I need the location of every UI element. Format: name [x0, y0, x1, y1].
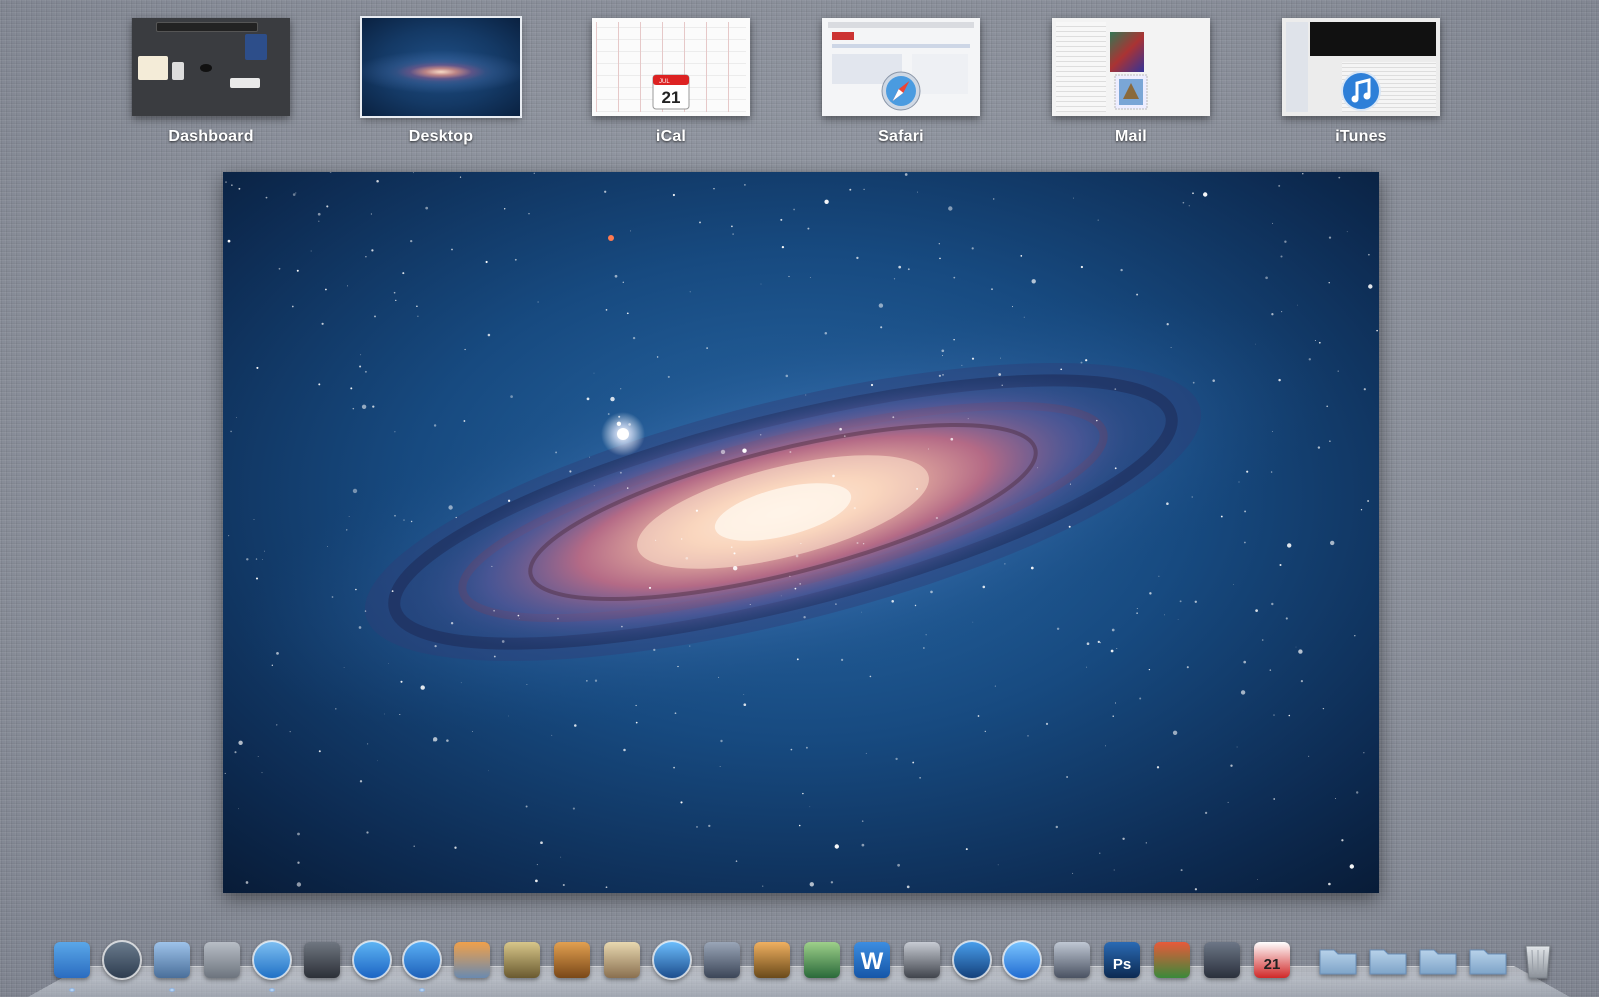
- numbers-icon[interactable]: [798, 936, 846, 984]
- applications-folder-icon[interactable]: [1314, 936, 1362, 984]
- dock-separator: [1298, 936, 1312, 984]
- dock: W Ps 21: [18, 926, 1580, 997]
- quicktime-icon[interactable]: [948, 936, 996, 984]
- imovie-icon[interactable]: [498, 936, 546, 984]
- spaces-bar: Dashboard Desktop JUL 21 iCal Safari Mai…: [0, 0, 1599, 160]
- facetime-icon[interactable]: [298, 936, 346, 984]
- mail-icon: [1109, 69, 1153, 116]
- space-label-ical: iCal: [655, 128, 687, 145]
- itunes-window-thumbnail: [1282, 18, 1440, 116]
- garageband-icon[interactable]: [548, 936, 596, 984]
- itunes-icon: [1339, 69, 1383, 116]
- space-ical[interactable]: JUL 21 iCal: [590, 18, 752, 146]
- space-desktop[interactable]: Desktop: [360, 16, 522, 146]
- space-label-dashboard: Dashboard: [168, 128, 254, 145]
- running-indicator: [69, 988, 75, 992]
- safari-icon: [879, 69, 923, 116]
- steam-icon[interactable]: [1198, 936, 1246, 984]
- final-cut-icon[interactable]: [898, 936, 946, 984]
- space-label-mail: Mail: [1115, 128, 1147, 145]
- photoshop-icon[interactable]: Ps: [1098, 936, 1146, 984]
- script-editor-icon[interactable]: [698, 936, 746, 984]
- svg-text:JUL: JUL: [659, 79, 670, 85]
- dock-items: W Ps 21: [48, 934, 1562, 992]
- ical-window-thumbnail: JUL 21: [592, 18, 750, 116]
- running-indicator: [169, 988, 175, 992]
- trash-icon[interactable]: [1514, 936, 1562, 984]
- downloads-folder-icon[interactable]: [1464, 936, 1512, 984]
- keynote-icon[interactable]: [748, 936, 796, 984]
- quicktime-x-icon[interactable]: [998, 936, 1046, 984]
- ical-dock-icon[interactable]: 21: [1248, 936, 1296, 984]
- space-dashboard[interactable]: Dashboard: [130, 18, 292, 146]
- running-indicator: [269, 988, 275, 992]
- running-indicator: [419, 988, 425, 992]
- svg-text:W: W: [861, 948, 884, 975]
- svg-text:Ps: Ps: [1113, 956, 1131, 973]
- svg-text:21: 21: [1264, 956, 1281, 973]
- preview-icon[interactable]: [598, 936, 646, 984]
- documents-folder-icon[interactable]: [1414, 936, 1462, 984]
- space-label-desktop: Desktop: [408, 128, 474, 145]
- desktop-preview[interactable]: [223, 172, 1379, 893]
- itunes-icon[interactable]: [398, 936, 446, 992]
- mail-window-thumbnail: [1052, 18, 1210, 116]
- transmit-icon[interactable]: [1148, 936, 1196, 984]
- word-icon[interactable]: W: [848, 936, 896, 984]
- dvd-player-icon[interactable]: [648, 936, 696, 984]
- safari-icon[interactable]: [248, 936, 296, 992]
- iphoto-icon[interactable]: [448, 936, 496, 984]
- dashboard-thumbnail: [132, 18, 290, 116]
- mail-stamp-icon[interactable]: [148, 936, 196, 992]
- desktop-wallpaper-galaxy: [223, 172, 1379, 893]
- safari-window-thumbnail: [822, 18, 980, 116]
- ical-icon: JUL 21: [649, 69, 693, 116]
- photo-search-icon[interactable]: [1048, 936, 1096, 984]
- space-itunes[interactable]: iTunes: [1280, 18, 1442, 146]
- space-label-itunes: iTunes: [1335, 128, 1387, 145]
- finder-icon[interactable]: [48, 936, 96, 992]
- time-machine-icon[interactable]: [98, 936, 146, 984]
- space-safari[interactable]: Safari: [820, 18, 982, 146]
- app-store-folder-icon[interactable]: [1364, 936, 1412, 984]
- svg-text:21: 21: [662, 88, 681, 107]
- app-store-icon[interactable]: [348, 936, 396, 984]
- space-label-safari: Safari: [878, 128, 924, 145]
- space-mail[interactable]: Mail: [1050, 18, 1212, 146]
- desktop-thumbnail: [360, 16, 522, 118]
- system-preferences-icon[interactable]: [198, 936, 246, 984]
